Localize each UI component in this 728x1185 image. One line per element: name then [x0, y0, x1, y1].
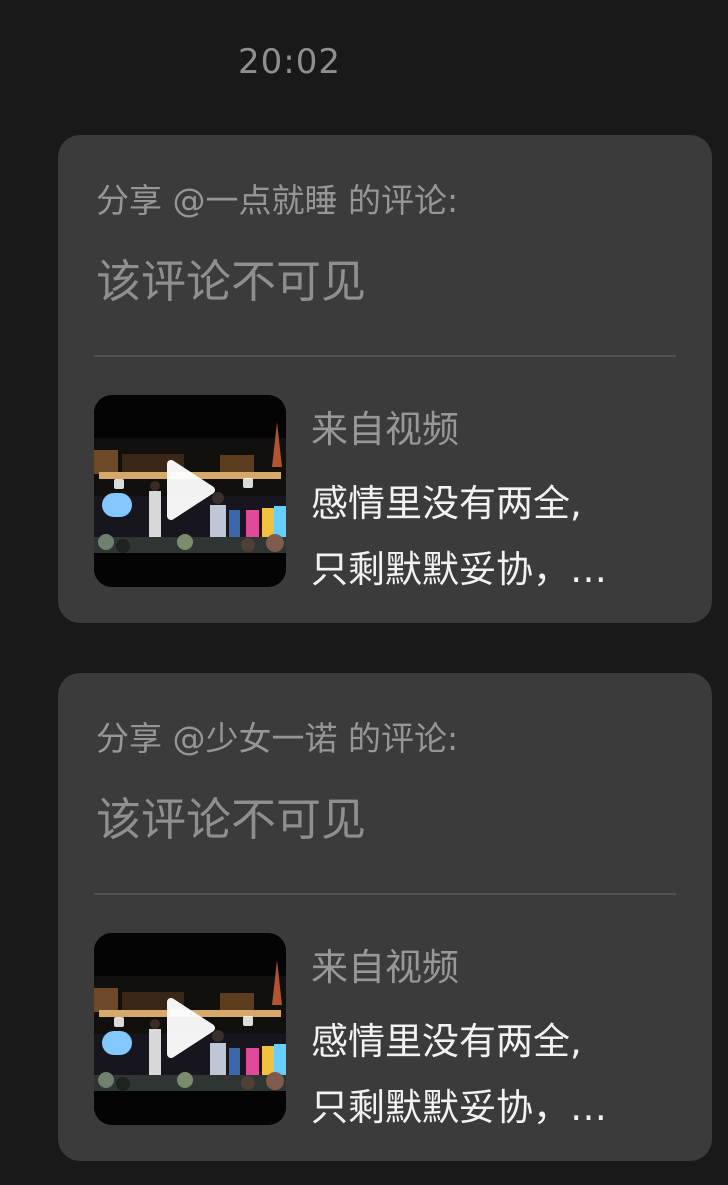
- shared-comment-card[interactable]: 分享 @少女一诺 的评论: 该评论不可见 来自视频 感情里没有两全, 只剩默默妥…: [58, 673, 712, 1161]
- video-source-label: 来自视频: [311, 408, 459, 451]
- play-icon: [167, 998, 215, 1058]
- video-thumbnail[interactable]: [94, 933, 286, 1125]
- play-icon: [167, 460, 215, 520]
- shared-comment-card[interactable]: 分享 @一点就睡 的评论: 该评论不可见 来自视频 感情里没有两全, 只剩默默妥…: [58, 135, 712, 623]
- card-divider: [94, 893, 676, 895]
- card-divider: [94, 355, 676, 357]
- share-title: 分享 @少女一诺 的评论:: [96, 719, 459, 758]
- comment-status: 该评论不可见: [96, 255, 367, 308]
- comment-status: 该评论不可见: [96, 793, 367, 846]
- message-timestamp: 20:02: [238, 42, 341, 82]
- video-thumbnail[interactable]: [94, 395, 286, 587]
- video-description-line-2: 只剩默默妥协，…: [311, 548, 607, 591]
- video-description-line-1: 感情里没有两全,: [311, 482, 582, 525]
- share-title: 分享 @一点就睡 的评论:: [96, 181, 459, 220]
- video-description-line-2: 只剩默默妥协，…: [311, 1086, 607, 1129]
- video-description-line-1: 感情里没有两全,: [311, 1020, 582, 1063]
- chat-screen: 20:02 分享 @一点就睡 的评论: 该评论不可见 来自视频 感情里没有两全,…: [0, 0, 728, 1185]
- video-source-label: 来自视频: [311, 946, 459, 989]
